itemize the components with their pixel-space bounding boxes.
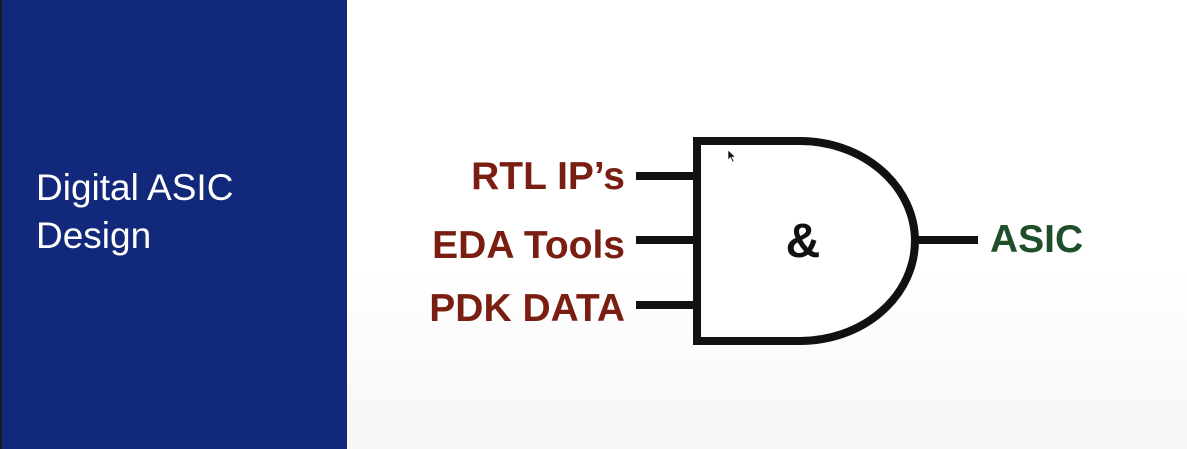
mouse-cursor-icon [727, 149, 737, 163]
input-label-pdk-data: PDK DATA [429, 287, 625, 330]
input-label-eda-tools: EDA Tools [432, 224, 625, 267]
slide: Digital ASIC Design & RTL IP’s EDA Tools… [0, 0, 1187, 449]
and-gate-symbol: & [785, 215, 821, 268]
input-label-rtl-ips: RTL IP’s [471, 155, 625, 198]
output-label-asic: ASIC [990, 218, 1084, 261]
